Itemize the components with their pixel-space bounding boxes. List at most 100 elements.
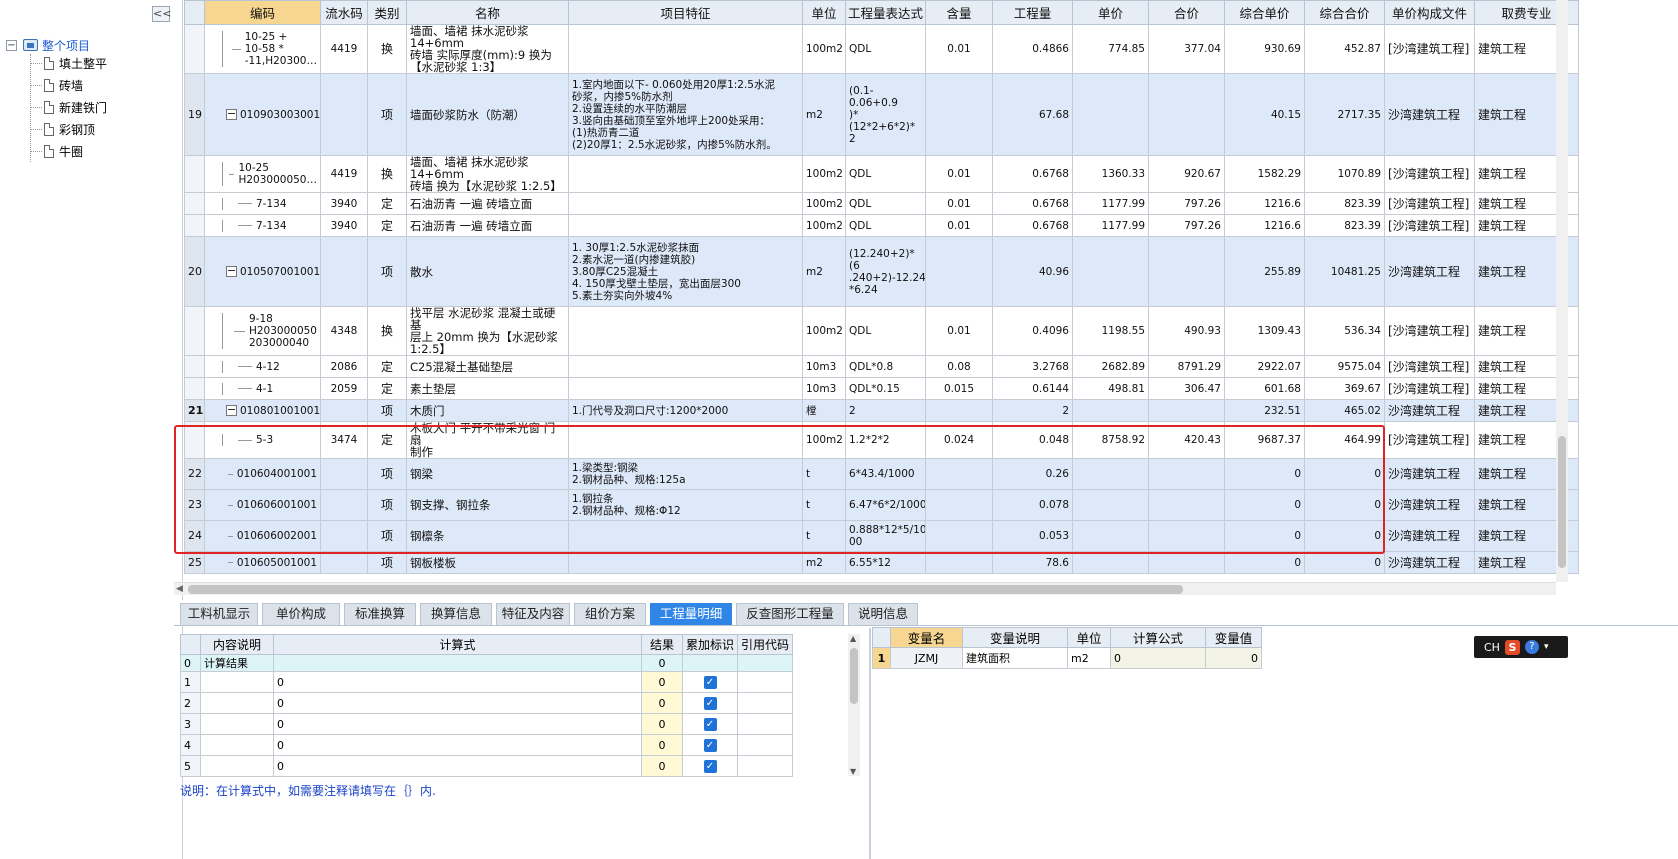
quantity-cell[interactable]: 2 (992, 399, 1073, 422)
description-cell[interactable] (200, 671, 274, 693)
ref-code-cell[interactable] (737, 713, 793, 735)
flow-cell[interactable]: 3940 (320, 214, 368, 237)
quantity-cell[interactable]: 0.048 (992, 421, 1073, 459)
detail-row[interactable]: 1 0 0 ✓ (180, 671, 793, 693)
formula-cell[interactable]: 0 (273, 734, 642, 756)
col-header-content[interactable]: 含量 (925, 0, 993, 25)
collapse-row-icon[interactable]: − (226, 404, 237, 416)
detail-col-accumulate[interactable]: 累加标识 (682, 634, 738, 655)
category-cell[interactable]: 换 (367, 155, 407, 193)
tab-0[interactable]: 工料机显示 (180, 603, 258, 625)
content-cell[interactable]: 0.015 (925, 377, 993, 400)
bill-item-row[interactable]: 20−010507001001 项散水 1. 30厚1:2.5水泥砂浆抹面 2.素水… (184, 236, 1579, 307)
content-cell[interactable]: 0.01 (925, 24, 993, 74)
row-number[interactable]: 20 (184, 236, 205, 307)
accumulate-checkbox[interactable]: ✓ (703, 718, 717, 731)
var-col-description[interactable]: 变量说明 (962, 627, 1068, 648)
accumulate-checkbox[interactable]: ✓ (703, 676, 717, 689)
name-cell[interactable]: 墙面砂浆防水（防潮） (406, 73, 569, 156)
flow-cell[interactable] (320, 399, 368, 422)
grid-vertical-scrollbar[interactable] (1556, 0, 1568, 582)
variable-desc-cell[interactable]: 建筑面积 (962, 647, 1068, 669)
price-file-cell[interactable]: [沙湾建筑工程] (1384, 377, 1475, 400)
detail-col-description[interactable]: 内容说明 (200, 634, 274, 655)
col-header-composite-total[interactable]: 综合合价 (1304, 0, 1385, 25)
expression-cell[interactable]: QDL*0.15 (845, 377, 926, 400)
code-cell[interactable]: 10-25 + 10-58 * -11,H20300… (204, 24, 321, 74)
composite-unit-price-cell[interactable]: 0 (1224, 489, 1305, 521)
formula-cell[interactable]: 0 (273, 713, 642, 735)
code-cell[interactable]: 010606001001 (204, 489, 321, 521)
price-file-cell[interactable]: 沙湾建筑工程 (1384, 458, 1475, 490)
sogou-ime-icon[interactable]: S (1504, 639, 1520, 655)
price-file-cell[interactable]: 沙湾建筑工程 (1384, 73, 1475, 156)
composite-unit-price-cell[interactable]: 930.69 (1224, 24, 1305, 74)
unit-price-cell[interactable] (1072, 551, 1149, 574)
accumulate-checkbox[interactable]: ✓ (703, 760, 717, 773)
ref-code-cell[interactable] (737, 671, 793, 693)
total-price-cell[interactable]: 797.26 (1148, 192, 1225, 215)
name-cell[interactable]: 墙面、墙裙 抹水泥砂浆 14+6mm 砖墙 实际厚度(mm):9 换为 【水泥砂… (406, 24, 569, 74)
unit-price-cell[interactable]: 1198.55 (1072, 306, 1149, 356)
feature-cell[interactable] (568, 24, 803, 74)
col-header-total-price[interactable]: 合价 (1148, 0, 1225, 25)
grid-horizontal-scrollbar[interactable]: ◀ (174, 582, 1556, 595)
content-cell[interactable] (925, 551, 993, 574)
name-cell[interactable]: 墙面、墙裙 抹水泥砂浆 14+6mm 砖墙 换为【水泥砂浆 1:2.5】 (406, 155, 569, 193)
expression-cell[interactable]: QDL*0.8 (845, 355, 926, 378)
bill-item-row[interactable]: 22 010604001001 项钢梁 1.梁类型:钢梁 2.钢材品种、规格:125a… (184, 458, 1579, 490)
tab-5[interactable]: 组价方案 (574, 603, 646, 625)
quota-sub-row[interactable]: 5-3 3474 定木板大门 平开不带采光窗 门扇 制作 100m2 1.2*2*2 0.… (184, 421, 1579, 459)
composite-unit-price-cell[interactable]: 1309.43 (1224, 306, 1305, 356)
flow-cell[interactable]: 4348 (320, 306, 368, 356)
accumulate-cell[interactable]: ✓ (682, 734, 738, 756)
total-price-cell[interactable]: 420.43 (1148, 421, 1225, 459)
unit-price-cell[interactable] (1072, 73, 1149, 156)
price-file-cell[interactable]: 沙湾建筑工程 (1384, 520, 1475, 552)
price-file-cell[interactable]: [沙湾建筑工程] (1384, 155, 1475, 193)
unit-cell[interactable]: 10m3 (802, 377, 846, 400)
tab-1[interactable]: 单价构成 (262, 603, 340, 625)
category-cell[interactable]: 项 (367, 520, 407, 552)
tree-item-iron-gate[interactable]: 新建铁门 (30, 98, 107, 116)
feature-cell[interactable]: 1.门代号及洞口尺寸:1200*2000 (568, 399, 803, 422)
row-number[interactable]: 21 (184, 399, 205, 422)
unit-cell[interactable]: 100m2 (802, 306, 846, 356)
composite-total-cell[interactable]: 465.02 (1304, 399, 1385, 422)
unit-price-cell[interactable]: 8758.92 (1072, 421, 1149, 459)
name-cell[interactable]: 石油沥青 一遍 砖墙立面 (406, 192, 569, 215)
row-number[interactable] (184, 192, 205, 215)
detail-row[interactable]: 2 0 0 ✓ (180, 692, 793, 714)
tree-item-steel-roof[interactable]: 彩钢顶 (30, 120, 95, 138)
unit-price-cell[interactable]: 1360.33 (1072, 155, 1149, 193)
tab-8[interactable]: 说明信息 (848, 603, 918, 625)
composite-unit-price-cell[interactable]: 2922.07 (1224, 355, 1305, 378)
composite-unit-price-cell[interactable]: 9687.37 (1224, 421, 1305, 459)
quota-sub-row[interactable]: 10-25 H203000050… 4419 换墙面、墙裙 抹水泥砂浆 14+6mm… (184, 155, 1579, 193)
scroll-thumb[interactable] (188, 585, 1183, 594)
tree-item-fill-level[interactable]: 填土整平 (30, 54, 107, 72)
content-cell[interactable] (925, 489, 993, 521)
name-cell[interactable]: C25混凝土基础垫层 (406, 355, 569, 378)
quota-sub-row[interactable]: 9-18 H203000050 203000040 4348 换找平层 水泥砂浆 混… (184, 306, 1579, 356)
col-header-composite-unit-price[interactable]: 综合单价 (1224, 0, 1305, 25)
bill-item-row[interactable]: 25 010605001001 项钢板楼板 m2 6.55*12 78.6 0 0 沙湾建筑工程… (184, 551, 1579, 574)
flow-cell[interactable]: 4419 (320, 24, 368, 74)
flow-cell[interactable] (320, 520, 368, 552)
row-number[interactable]: 23 (184, 489, 205, 521)
quantity-cell[interactable]: 40.96 (992, 236, 1073, 307)
quantity-cell[interactable]: 0.053 (992, 520, 1073, 552)
variable-row[interactable]: 1 JZMJ 建筑面积 m2 0 0 (872, 647, 1262, 669)
unit-price-cell[interactable] (1072, 236, 1149, 307)
detail-vertical-scrollbar[interactable]: ▲ ▼ (848, 634, 860, 776)
variable-name-cell[interactable]: JZMJ (890, 647, 963, 669)
flow-cell[interactable] (320, 458, 368, 490)
detail-col-formula[interactable]: 计算式 (273, 634, 642, 655)
scroll-up-icon[interactable]: ▲ (850, 634, 856, 643)
bill-item-row[interactable]: 23 010606001001 项钢支撑、钢拉条 1.钢拉条 2.钢材品种、规格:Φ1… (184, 489, 1579, 521)
flow-cell[interactable]: 2059 (320, 377, 368, 400)
expression-cell[interactable]: 2 (845, 399, 926, 422)
composite-total-cell[interactable]: 536.34 (1304, 306, 1385, 356)
description-cell[interactable] (200, 734, 274, 756)
ref-code-cell[interactable] (737, 734, 793, 756)
